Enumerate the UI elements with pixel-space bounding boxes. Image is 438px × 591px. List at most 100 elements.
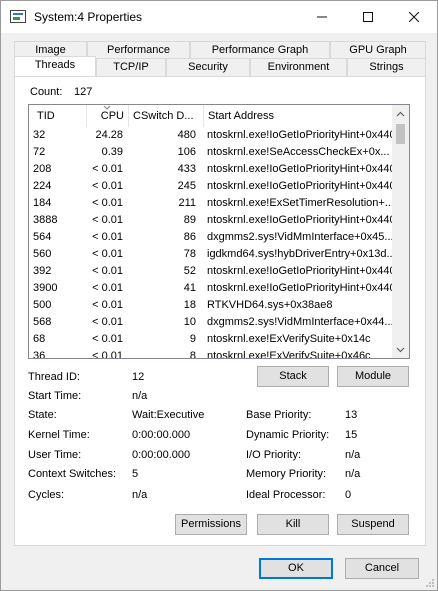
sort-descending-icon (103, 105, 111, 113)
scroll-down-button[interactable] (392, 341, 409, 358)
cell-start-address: dxgmms2.sys!VidMmInterface+0x45... (207, 231, 393, 243)
cell-cswitch-delta: 106 (177, 146, 196, 158)
cell-cswitch-delta: 78 (183, 248, 196, 260)
cell-start-address: ntoskrnl.exe!IoGetIoPriorityHint+0x440 (207, 265, 393, 277)
table-row[interactable]: 564 < 0.01 86 dxgmms2.sys!VidMmInterface+0x… (29, 229, 393, 246)
window-title: System:4 Properties (34, 10, 143, 24)
column-header-tid[interactable]: TID (29, 105, 87, 127)
cell-start-address: ntoskrnl.exe!IoGetIoPriorityHint+0x440 (207, 129, 393, 141)
state-value: Wait:Executive (132, 409, 205, 421)
cell-cswitch-delta: 41 (183, 282, 196, 294)
cell-start-address: dxgmms2.sys!VidMmInterface+0x44... (207, 316, 393, 328)
cell-cpu: 0.39 (101, 146, 123, 158)
table-row[interactable]: 36 < 0.01 8 ntoskrnl.exe!ExVerifySuite+0x46… (29, 348, 393, 359)
kill-button[interactable]: Kill (257, 514, 329, 535)
cell-start-address: igdkmd64.sys!hybDriverEntry+0x13d... (207, 248, 393, 260)
user-time-value: 0:00:00.000 (132, 449, 191, 461)
suspend-button[interactable]: Suspend (337, 514, 409, 535)
maximize-button[interactable] (345, 1, 391, 33)
memory-priority-value: n/a (345, 468, 361, 480)
ok-button[interactable]: OK (259, 558, 333, 579)
tab-performance[interactable]: Performance (87, 41, 190, 59)
cell-cswitch-delta: 245 (177, 180, 196, 192)
cancel-button[interactable]: Cancel (345, 558, 419, 579)
thread-id-value: 12 (132, 371, 145, 383)
cell-cswitch-delta: 211 (178, 197, 196, 209)
cell-cswitch-delta: 89 (183, 214, 196, 226)
tab-strings[interactable]: Strings (347, 58, 426, 76)
count-label: Count: (30, 86, 63, 98)
column-header-cswitch-delta[interactable]: CSwitch D... (129, 105, 204, 127)
cell-cswitch-delta: 52 (183, 265, 196, 277)
table-row[interactable]: 568 < 0.01 10 dxgmms2.sys!VidMmInterface+0x… (29, 314, 393, 331)
context-switches-value: 5 (132, 468, 139, 480)
cell-cswitch-delta: 433 (177, 163, 196, 175)
cell-cswitch-delta: 10 (183, 316, 196, 328)
table-row[interactable]: 224 < 0.01 245 ntoskrnl.exe!IoGetIoPriority… (29, 178, 393, 195)
list-rows: 32 24.28 480 ntoskrnl.exe!IoGetIoPriorityHi… (29, 127, 393, 359)
count-value: 127 (74, 86, 93, 98)
table-row[interactable]: 392 < 0.01 52 ntoskrnl.exe!IoGetIoPriorityH… (29, 263, 393, 280)
tab-environment[interactable]: Environment (250, 58, 347, 76)
cell-start-address: ntoskrnl.exe!IoGetIoPriorityHint+0x440 (207, 282, 393, 294)
minimize-icon (317, 16, 327, 18)
tab-threads[interactable]: Threads (14, 56, 96, 76)
cell-cswitch-delta: 9 (189, 333, 196, 345)
resize-grip-icon[interactable] (425, 578, 435, 588)
table-row[interactable]: 3900 < 0.01 41 ntoskrnl.exe!IoGetIoPriority… (29, 280, 393, 297)
chevron-up-icon (396, 111, 405, 116)
cell-start-address: ntoskrnl.exe!ExSetTimerResolution+... (207, 197, 393, 209)
vertical-scrollbar[interactable] (392, 105, 409, 358)
base-priority-label: Base Priority: (246, 409, 312, 421)
module-button[interactable]: Module (337, 366, 409, 387)
io-priority-label: I/O Priority: (246, 449, 302, 461)
minimize-button[interactable] (299, 1, 345, 33)
cell-cswitch-delta: 86 (183, 231, 196, 243)
scroll-up-button[interactable] (392, 105, 409, 122)
maximize-icon (363, 12, 373, 22)
table-row[interactable]: 68 < 0.01 9 ntoskrnl.exe!ExVerifySuite+0x14… (29, 331, 393, 348)
cell-start-address: ntoskrnl.exe!IoGetIoPriorityHint+0x440 (207, 214, 393, 226)
start-time-label: Start Time: (28, 390, 82, 402)
kernel-time-value: 0:00:00.000 (132, 429, 191, 441)
tab-security[interactable]: Security (166, 58, 250, 76)
properties-window: System:4 Properties Image Performance Pe… (0, 0, 438, 591)
close-button[interactable] (391, 1, 437, 33)
cell-cswitch-delta: 480 (177, 129, 196, 141)
process-explorer-icon (10, 10, 26, 23)
permissions-button[interactable]: Permissions (175, 514, 247, 535)
cell-start-address: ntoskrnl.exe!IoGetIoPriorityHint+0x440 (207, 163, 393, 175)
cell-start-address: ntoskrnl.exe!ExVerifySuite+0x14c (207, 333, 371, 345)
table-row[interactable]: 500 < 0.01 18 RTKVHD64.sys+0x38ae8 (29, 297, 393, 314)
cell-start-address: ntoskrnl.exe!SeAccessCheckEx+0x... (207, 146, 390, 158)
cell-start-address: ntoskrnl.exe!IoGetIoPriorityHint+0x440 (207, 180, 393, 192)
cell-cpu: < 0.01 (92, 350, 123, 359)
cell-cpu: < 0.01 (92, 180, 123, 192)
cell-start-address: ntoskrnl.exe!ExVerifySuite+0x46c (207, 350, 371, 359)
dynamic-priority-value: 15 (345, 429, 358, 441)
kernel-time-label: Kernel Time: (28, 429, 90, 441)
column-header-start-address[interactable]: Start Address (204, 105, 393, 127)
table-row[interactable]: 32 24.28 480 ntoskrnl.exe!IoGetIoPriorityHi… (29, 127, 393, 144)
table-row[interactable]: 3888 < 0.01 89 ntoskrnl.exe!IoGetIoPriority… (29, 212, 393, 229)
threads-list[interactable]: TID CPU CSwitch D... Start Address 32 24.… (28, 104, 410, 359)
scroll-thumb[interactable] (396, 124, 405, 144)
table-row[interactable]: 208 < 0.01 433 ntoskrnl.exe!IoGetIoPriority… (29, 161, 393, 178)
user-time-label: User Time: (28, 449, 82, 461)
tab-tcpip[interactable]: TCP/IP (96, 58, 166, 76)
cell-start-address: RTKVHD64.sys+0x38ae8 (207, 299, 333, 311)
table-row[interactable]: 72 0.39 106 ntoskrnl.exe!SeAccessCheckEx+0x… (29, 144, 393, 161)
tab-performance-graph[interactable]: Performance Graph (190, 41, 330, 59)
io-priority-value: n/a (345, 449, 361, 461)
stack-button[interactable]: Stack (257, 366, 329, 387)
table-row[interactable]: 560 < 0.01 78 igdkmd64.sys!hybDriverEntry+0… (29, 246, 393, 263)
start-time-value: n/a (132, 390, 148, 402)
title-bar[interactable]: System:4 Properties (1, 1, 437, 33)
tab-gpu-graph[interactable]: GPU Graph (330, 41, 426, 59)
cell-cpu: 24.28 (95, 129, 123, 141)
table-row[interactable]: 184 < 0.01 211 ntoskrnl.exe!ExSetTimerResol… (29, 195, 393, 212)
cell-cpu: < 0.01 (92, 214, 123, 226)
cell-cpu: < 0.01 (92, 231, 123, 243)
close-icon (409, 12, 419, 22)
cell-cpu: < 0.01 (92, 282, 123, 294)
